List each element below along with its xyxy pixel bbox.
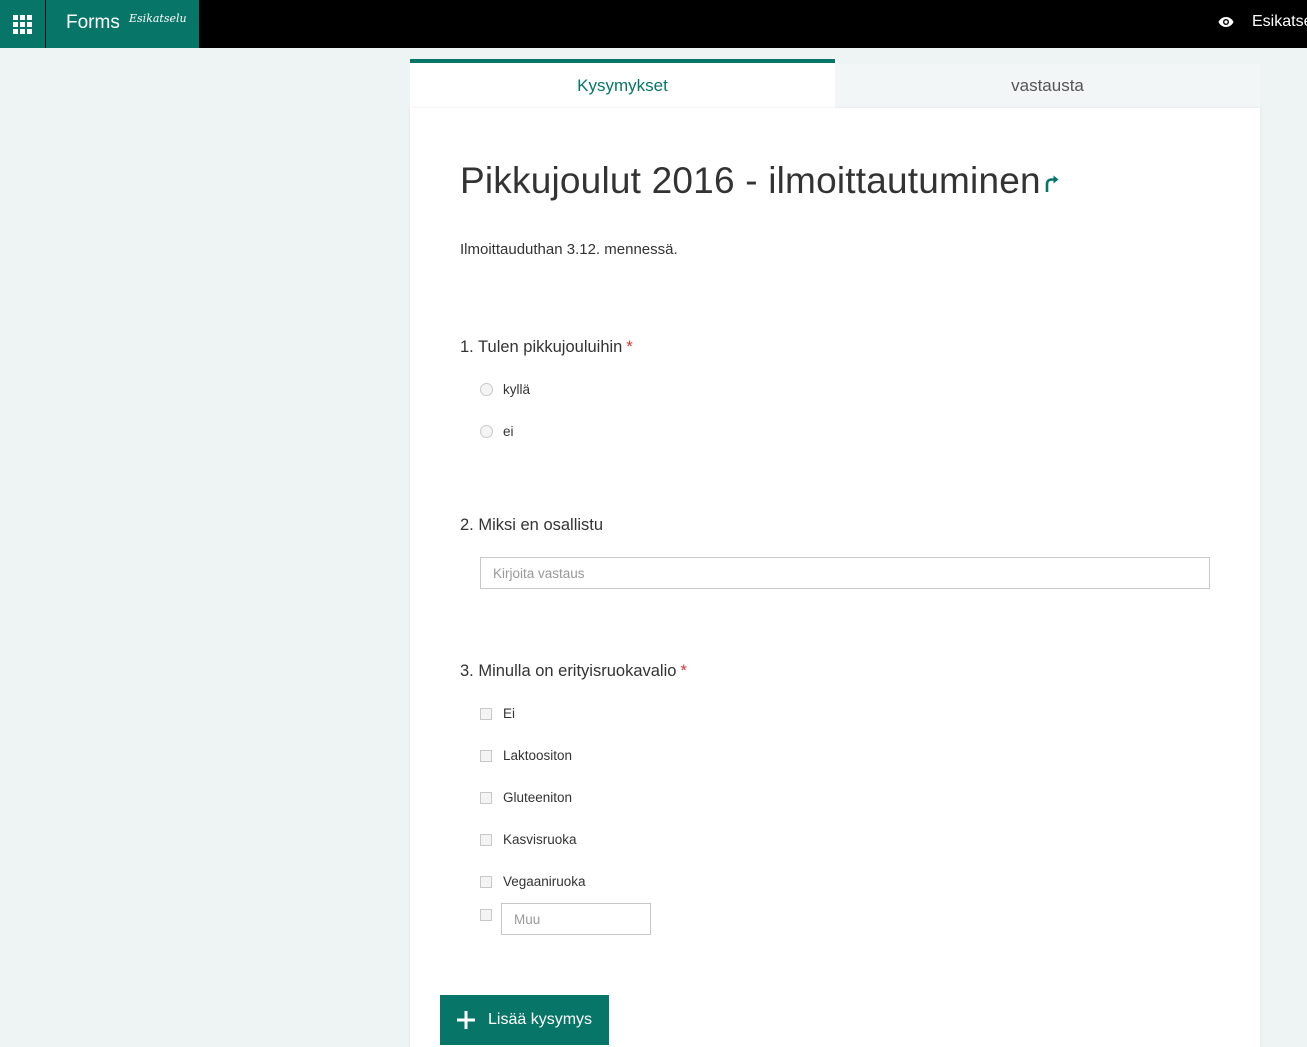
- question-2-title[interactable]: 2. Miksi en osallistu: [460, 516, 603, 535]
- tab-questions[interactable]: Kysymykset: [410, 59, 835, 108]
- checkbox[interactable]: [480, 707, 492, 720]
- required-marker: *: [680, 662, 687, 680]
- question-1-label: 1. Tulen pikkujouluihin: [460, 338, 623, 356]
- share-arrow-icon[interactable]: [1043, 174, 1061, 197]
- option-label: kyllä: [503, 382, 531, 397]
- option-label: Kasvisruoka: [503, 832, 577, 847]
- checkbox[interactable]: [480, 909, 492, 921]
- form-description[interactable]: Ilmoittauduthan 3.12. mennessä.: [460, 241, 678, 258]
- question-2-label: 2. Miksi en osallistu: [460, 516, 604, 534]
- checkbox-option-vegaaniruoka[interactable]: Vegaaniruoka: [480, 874, 586, 889]
- option-label: Laktoositon: [503, 748, 573, 763]
- checkbox-option-kasvisruoka[interactable]: Kasvisruoka: [480, 832, 577, 847]
- eye-icon: [1218, 17, 1234, 27]
- add-question-button[interactable]: Lisää kysymys: [440, 995, 609, 1045]
- checkbox[interactable]: [480, 749, 492, 762]
- checkbox-option-other[interactable]: [480, 909, 503, 921]
- radio-button[interactable]: [480, 383, 493, 396]
- radio-option-kylla[interactable]: kyllä: [480, 382, 530, 397]
- option-label: Ei: [503, 706, 516, 721]
- waffle-icon: [13, 14, 32, 34]
- checkbox-option-laktoositon[interactable]: Laktoositon: [480, 748, 572, 763]
- top-bar: Forms Esikatselu Esikatse: [0, 0, 1307, 48]
- app-launcher-button[interactable]: [0, 0, 45, 48]
- option-label: Gluteeniton: [503, 790, 573, 805]
- option-label: Vegaaniruoka: [503, 874, 586, 889]
- app-brand[interactable]: Forms Esikatselu: [46, 0, 199, 48]
- preview-label: Esikatse: [1252, 13, 1307, 30]
- option-label: ei: [503, 424, 514, 439]
- checkbox[interactable]: [480, 791, 492, 804]
- tab-questions-label: Kysymykset: [577, 75, 668, 95]
- checkbox[interactable]: [480, 833, 492, 846]
- preview-button[interactable]: Esikatse: [1218, 13, 1307, 31]
- plus-icon: [456, 1010, 476, 1030]
- other-option-input[interactable]: [501, 903, 651, 935]
- radio-option-ei[interactable]: ei: [480, 424, 514, 439]
- tab-responses[interactable]: vastausta: [835, 64, 1260, 108]
- answer-text-input[interactable]: [480, 557, 1210, 589]
- required-marker: *: [626, 338, 633, 356]
- question-3-label: 3. Minulla on erityisruokavalio: [460, 662, 677, 680]
- question-3-title[interactable]: 3. Minulla on erityisruokavalio *: [460, 662, 687, 681]
- question-1-title[interactable]: 1. Tulen pikkujouluihin *: [460, 338, 633, 357]
- checkbox-option-ei[interactable]: Ei: [480, 706, 515, 721]
- form-title[interactable]: Pikkujoulut 2016 - ilmoittautuminen: [460, 160, 1041, 202]
- tab-responses-label: vastausta: [1011, 76, 1084, 95]
- checkbox[interactable]: [480, 875, 492, 888]
- form-card: Pikkujoulut 2016 - ilmoittautuminen Ilmo…: [410, 108, 1260, 1047]
- app-name: Forms: [66, 12, 120, 33]
- app-badge: Esikatselu: [129, 12, 187, 25]
- add-question-label: Lisää kysymys: [488, 1011, 593, 1028]
- checkbox-option-gluteeniton[interactable]: Gluteeniton: [480, 790, 572, 805]
- radio-button[interactable]: [480, 425, 493, 438]
